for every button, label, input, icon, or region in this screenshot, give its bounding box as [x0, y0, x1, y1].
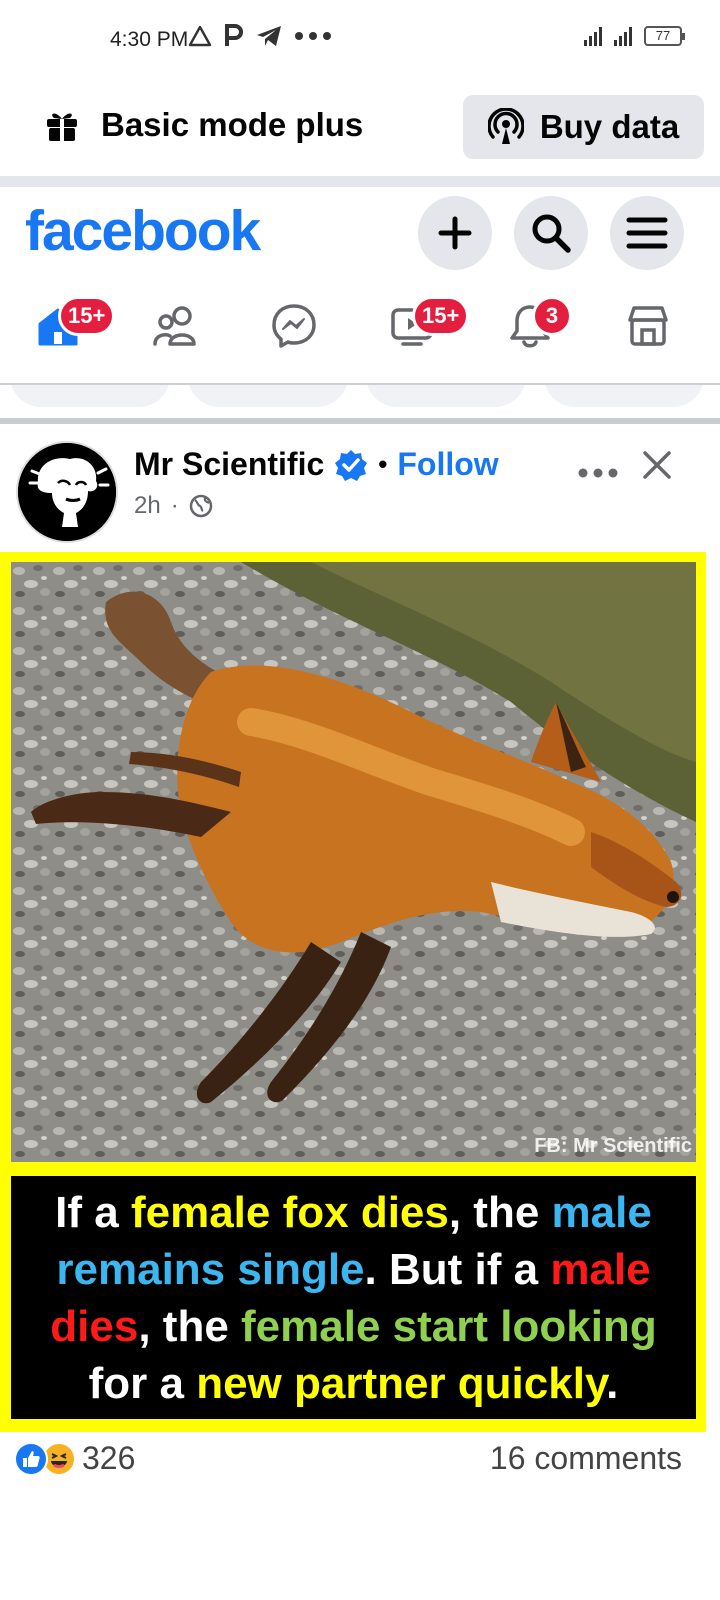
caption-text: for a: [88, 1358, 197, 1408]
post-meta: 2h ·: [134, 492, 213, 520]
fox-illustration: [11, 562, 696, 1162]
like-reaction-icon: [14, 1441, 48, 1476]
buy-data-label: Buy data: [539, 108, 680, 145]
tab-video[interactable]: 15+: [372, 288, 470, 364]
search-icon: [532, 214, 571, 253]
video-badge: 15+: [412, 296, 470, 336]
post-header: Mr Scientific • Follow 2h ·: [0, 432, 720, 552]
nav-tabs: 15+ 15+ 3: [0, 288, 720, 368]
divider: [0, 176, 720, 187]
separator-dot: •: [378, 449, 388, 479]
tab-friends[interactable]: [136, 288, 216, 364]
create-button[interactable]: [418, 196, 492, 270]
warning-triangle-icon: [188, 25, 212, 47]
watermark: FB: Mr Scientific: [534, 1135, 692, 1157]
caption-highlight: dies: [50, 1301, 139, 1351]
author-row: Mr Scientific • Follow: [134, 446, 499, 483]
stories-strip: [0, 385, 720, 409]
search-button[interactable]: [514, 196, 588, 270]
caption-highlight: male: [551, 1187, 652, 1237]
reaction-count: 326: [82, 1440, 136, 1476]
tab-marketplace[interactable]: [608, 288, 688, 364]
notifications-badge: 3: [532, 296, 572, 336]
telegram-icon: [257, 26, 281, 46]
caption-line: dies, the female start looking: [50, 1298, 656, 1355]
hamburger-menu-icon: [626, 217, 668, 249]
caption-highlight: male: [550, 1244, 651, 1294]
caption-line: If a female fox dies, the male: [55, 1184, 652, 1241]
einstein-avatar-icon: [18, 443, 116, 541]
story-chip[interactable]: [366, 385, 526, 407]
broadcast-icon: [487, 108, 524, 144]
home-badge: 15+: [58, 296, 116, 336]
close-icon: [643, 451, 671, 479]
messenger-icon: [272, 304, 316, 348]
caption-text: . But if a: [364, 1244, 551, 1294]
caption-highlight: female start looking: [241, 1301, 657, 1351]
story-chip[interactable]: [10, 385, 170, 407]
divider: [0, 418, 720, 424]
caption-highlight: female fox dies: [130, 1187, 449, 1237]
menu-button[interactable]: [610, 196, 684, 270]
author-name[interactable]: Mr Scientific: [134, 446, 324, 483]
app-header: facebook: [0, 188, 720, 278]
status-time: 4:30 PM: [110, 28, 189, 51]
status-notification-icons: [188, 24, 332, 48]
more-options-button[interactable]: [578, 452, 618, 486]
verified-badge-icon: [335, 449, 368, 481]
caption-highlight: remains single: [56, 1244, 365, 1294]
signal-icon: [584, 26, 602, 46]
story-chip[interactable]: [544, 385, 704, 407]
signal-icon-2: [614, 26, 632, 46]
follow-button[interactable]: Follow: [397, 446, 498, 483]
basic-mode-label: Basic mode plus: [101, 106, 364, 143]
marketplace-icon: [628, 306, 668, 346]
p-app-icon: [225, 24, 243, 46]
status-bar: 4:30 PM 77: [0, 0, 720, 80]
basic-mode-bar: Basic mode plus Buy data: [0, 84, 720, 174]
caption-text: , the: [138, 1301, 242, 1351]
comments-count[interactable]: 16 comments: [490, 1440, 682, 1477]
tab-messenger[interactable]: [254, 288, 334, 364]
caption-highlight: new partner quickly: [196, 1358, 607, 1408]
more-horizontal-icon: [578, 468, 618, 478]
battery-icon: 77: [644, 26, 685, 46]
reactions-summary[interactable]: 326: [14, 1440, 135, 1477]
meta-dot: ·: [170, 492, 179, 519]
friends-icon: [153, 306, 196, 346]
gift-icon: [47, 113, 77, 141]
avatar[interactable]: [16, 441, 118, 543]
globe-icon: [189, 494, 212, 518]
tab-notifications[interactable]: 3: [490, 288, 572, 364]
story-chip[interactable]: [188, 385, 348, 407]
fox-photo: FB: Mr Scientific: [11, 562, 696, 1162]
caption-line: for a new partner quickly.: [89, 1355, 619, 1412]
caption-text: If a: [55, 1187, 131, 1237]
post-time[interactable]: 2h: [134, 492, 161, 520]
more-dots-icon: [295, 32, 331, 40]
hide-post-button[interactable]: [640, 448, 674, 487]
buy-data-button[interactable]: Buy data: [463, 95, 704, 159]
post-image[interactable]: FB: Mr Scientific If a female fox dies, …: [0, 552, 706, 1432]
caption-text: , the: [448, 1187, 552, 1237]
caption-line: remains single. But if a male: [56, 1241, 650, 1298]
caption-box: If a female fox dies, the male remains s…: [11, 1176, 696, 1419]
facebook-logo[interactable]: facebook: [25, 198, 261, 264]
plus-icon: [438, 216, 472, 250]
basic-mode-label-group: Basic mode plus: [45, 106, 363, 144]
status-system-icons: 77: [584, 26, 685, 46]
tab-home[interactable]: 15+: [18, 288, 116, 364]
caption-text: .: [606, 1358, 619, 1408]
